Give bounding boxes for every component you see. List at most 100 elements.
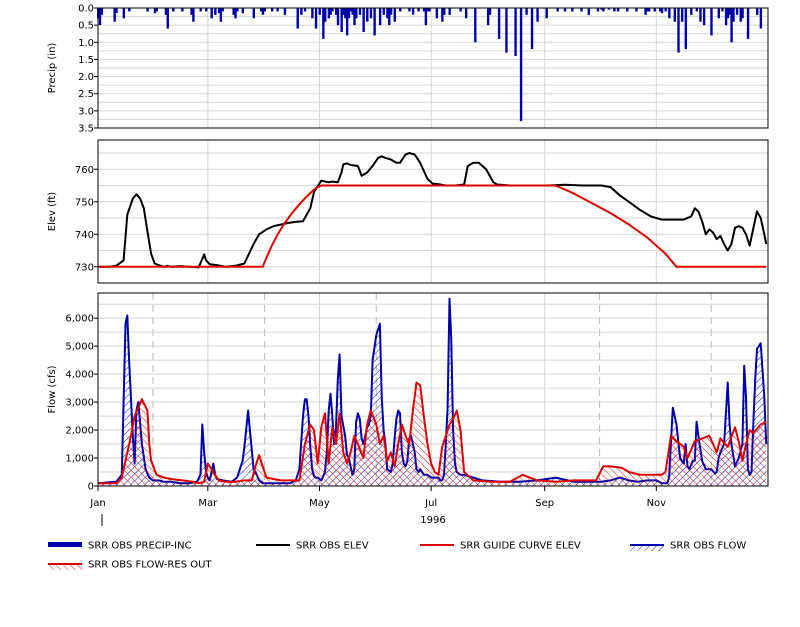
precip-bar (323, 8, 327, 22)
y-tick-label: 740 (75, 230, 94, 241)
precip-bar (382, 8, 385, 15)
precip-bar (677, 8, 680, 53)
precip-bar (505, 8, 508, 53)
precip-bar (358, 8, 362, 15)
precip-bar (221, 8, 224, 12)
precip-bar (525, 8, 528, 15)
legend-label: SRR OBS PRECIP-INC (88, 541, 192, 552)
precip-bar (122, 8, 126, 19)
precip-bar (283, 8, 287, 15)
precip-bar (411, 8, 415, 15)
time-axis: Jan Mar May Jul Sep Nov 1996 (89, 486, 666, 526)
legend-label: SRR OBS FLOW-RES OUT (88, 560, 212, 571)
precip-bar (587, 8, 591, 15)
precip-bar (759, 8, 763, 29)
precip-bar (488, 8, 492, 15)
precip-bar (252, 8, 256, 19)
precip-bar (214, 8, 217, 15)
legend: SRR OBS PRECIP-INC SRR OBS ELEV SRR GUIDE … (48, 541, 746, 571)
precip-bar (514, 8, 517, 56)
panel-2: 730 740 750 760 Elev (ft) (47, 139, 769, 284)
precip-bar (276, 8, 279, 12)
y-axis-label: Precip (in) (47, 43, 58, 94)
precip-bar (596, 8, 600, 12)
precip-bar (270, 8, 274, 12)
legend-item: SRR OBS FLOW (630, 541, 746, 552)
y-tick-label: 0.5 (78, 21, 94, 32)
y-tick-label: 760 (75, 165, 94, 176)
precip-bar (673, 8, 677, 22)
precip-bar (311, 8, 314, 19)
y-tick-label: 3,000 (65, 398, 94, 409)
precip-bar (717, 8, 720, 19)
precip-bar (296, 8, 299, 29)
precip-bar (530, 8, 534, 50)
precip-bar (664, 8, 667, 12)
precip-bar (393, 8, 396, 22)
precip-bar (653, 8, 656, 12)
precip-bar (303, 8, 307, 12)
precip-bar (300, 8, 303, 15)
y-tick-label: 1.5 (78, 55, 94, 66)
precip-bar (155, 8, 158, 12)
y-tick-label: 2.0 (78, 72, 94, 83)
legend-label: SRR OBS FLOW (670, 541, 746, 552)
precip-bar (399, 8, 402, 12)
legend-item: SRR GUIDE CURVE ELEV (420, 541, 581, 552)
y-axis-label: Elev (ft) (47, 192, 58, 232)
precip-bar (721, 8, 724, 12)
panel-1: 0.0 0.5 1.0 1.5 2.0 2.5 3.0 3.5 Precip (in) (47, 4, 769, 135)
precip-bar (660, 8, 664, 14)
precip-bar (668, 8, 671, 19)
precip-bar (699, 8, 702, 22)
y-tick-label: 3.0 (78, 106, 94, 117)
x-tick-label: May (309, 498, 330, 509)
precip-bar (128, 8, 131, 12)
precip-bar (616, 8, 620, 12)
precip-bar (536, 8, 539, 22)
precip-bar (362, 8, 365, 32)
precip-bar (181, 8, 184, 12)
precip-bar (459, 8, 462, 12)
precip-bar (695, 8, 699, 12)
y-tick-label: 730 (75, 262, 94, 273)
x-tick-label: Jul (424, 498, 437, 509)
precip-bar (172, 8, 175, 12)
precip-bar (545, 8, 548, 19)
y-tick-label: 2.5 (78, 89, 94, 100)
precip-bar (732, 8, 735, 22)
precip-bar (314, 8, 318, 29)
precip-bar (519, 8, 523, 122)
y-tick-label: 0 (88, 482, 94, 493)
precip-bar (710, 8, 713, 36)
precip-bar (115, 8, 118, 14)
precip-bar (448, 8, 451, 15)
legend-item: SRR OBS ELEV (256, 541, 369, 552)
legend-item: SRR OBS PRECIP-INC (48, 541, 192, 552)
precip-bar (442, 8, 446, 15)
y-tick-label: 1.0 (78, 38, 94, 49)
precip-bar (355, 8, 358, 19)
precip-bar (680, 8, 684, 22)
precip-bar (166, 8, 169, 29)
x-tick-label: Nov (647, 498, 667, 509)
precip-bar (497, 8, 501, 39)
series-srr-obs-flow-res-out (98, 381, 767, 486)
precip-bar (366, 8, 369, 22)
precip-bar (331, 8, 334, 12)
x-tick-label: Sep (535, 498, 554, 509)
y-tick-label: 5,000 (65, 342, 94, 353)
series-srr-guide-curve-elev (98, 184, 767, 268)
precip-bar (756, 8, 759, 15)
precip-bar (690, 8, 693, 15)
precip-bar (556, 8, 559, 12)
precip-bar (746, 8, 750, 39)
legend-swatch (630, 544, 664, 551)
precip-bar (199, 8, 202, 12)
precip-bar (474, 8, 477, 43)
precip-bar (378, 8, 382, 26)
precip-bar (100, 8, 104, 15)
precip-bar (735, 8, 739, 15)
hydrologic-chart-figure: 0.0 0.5 1.0 1.5 2.0 2.5 3.0 3.5 Precip (in) 730 74… (47, 4, 769, 571)
panel-3: 0 1,000 2,000 3,000 4,000 5,000 6,000 Flow (cfs… (47, 292, 769, 493)
